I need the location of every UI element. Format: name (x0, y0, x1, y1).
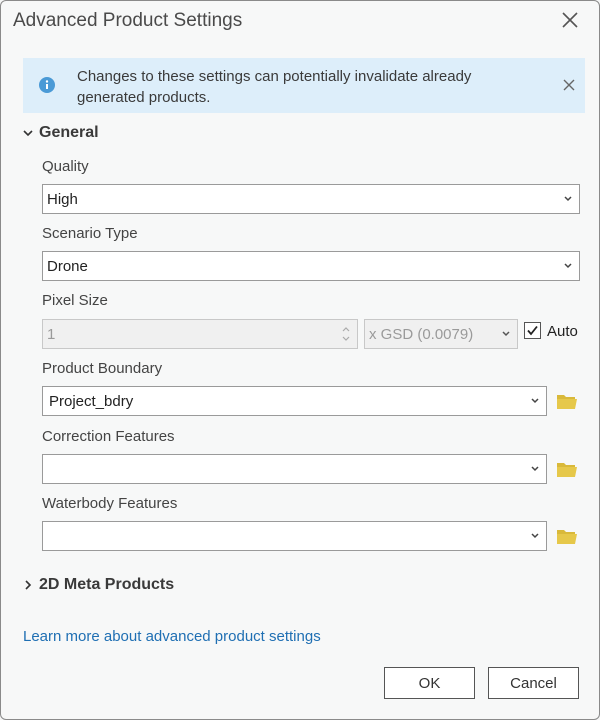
info-icon (39, 77, 55, 93)
scenario-type-dropdown[interactable]: Drone (42, 251, 580, 281)
quality-dropdown[interactable]: High (42, 184, 580, 214)
cancel-button[interactable]: Cancel (488, 667, 579, 699)
quality-label: Quality (42, 158, 89, 175)
banner-message: Changes to these settings can potentiall… (77, 68, 472, 106)
chevron-down-icon (531, 398, 539, 404)
waterbody-features-dropdown[interactable] (42, 521, 547, 551)
waterbody-features-label: Waterbody Features (42, 495, 178, 512)
spinner-icon (342, 327, 350, 341)
folder-icon[interactable] (556, 527, 578, 545)
pixel-size-unit-value: x GSD (0.0079) (369, 325, 474, 343)
product-boundary-dropdown[interactable]: Project_bdry (42, 386, 547, 416)
chevron-down-icon (564, 263, 572, 269)
folder-icon[interactable] (556, 460, 578, 478)
auto-checkbox[interactable] (524, 322, 541, 339)
auto-label: Auto (547, 323, 578, 340)
ok-button[interactable]: OK (384, 667, 475, 699)
chevron-down-icon (531, 466, 539, 472)
checkmark-icon (527, 325, 538, 336)
product-boundary-value: Project_bdry (49, 392, 134, 410)
correction-features-dropdown[interactable] (42, 454, 547, 484)
scenario-type-label: Scenario Type (42, 225, 138, 242)
warning-banner: Changes to these settings can potentiall… (23, 58, 585, 113)
folder-icon[interactable] (556, 392, 578, 410)
chevron-down-icon (23, 130, 33, 137)
chevron-down-icon (564, 196, 572, 202)
general-section-label: General (39, 124, 99, 141)
advanced-product-settings-dialog: Advanced Product Settings Changes to the… (0, 0, 600, 720)
learn-more-link[interactable]: Learn more about advanced product settin… (23, 628, 321, 645)
pixel-size-input[interactable]: 1 (42, 319, 358, 349)
pixel-size-label: Pixel Size (42, 292, 108, 309)
close-icon[interactable] (559, 9, 581, 31)
product-boundary-label: Product Boundary (42, 360, 163, 377)
chevron-down-icon (502, 331, 510, 337)
banner-close-icon[interactable] (561, 77, 577, 93)
meta-products-section-label: 2D Meta Products (39, 576, 175, 593)
scenario-type-value: Drone (47, 257, 88, 275)
chevron-right-icon (25, 580, 32, 590)
dialog-title: Advanced Product Settings (13, 10, 243, 31)
correction-features-label: Correction Features (42, 428, 175, 445)
meta-products-section-toggle[interactable]: 2D Meta Products (23, 576, 174, 594)
chevron-down-icon (531, 533, 539, 539)
pixel-size-unit-dropdown[interactable]: x GSD (0.0079) (364, 319, 518, 349)
pixel-size-value: 1 (47, 325, 56, 343)
quality-value: High (47, 190, 78, 208)
general-section-toggle[interactable]: General (23, 124, 99, 142)
